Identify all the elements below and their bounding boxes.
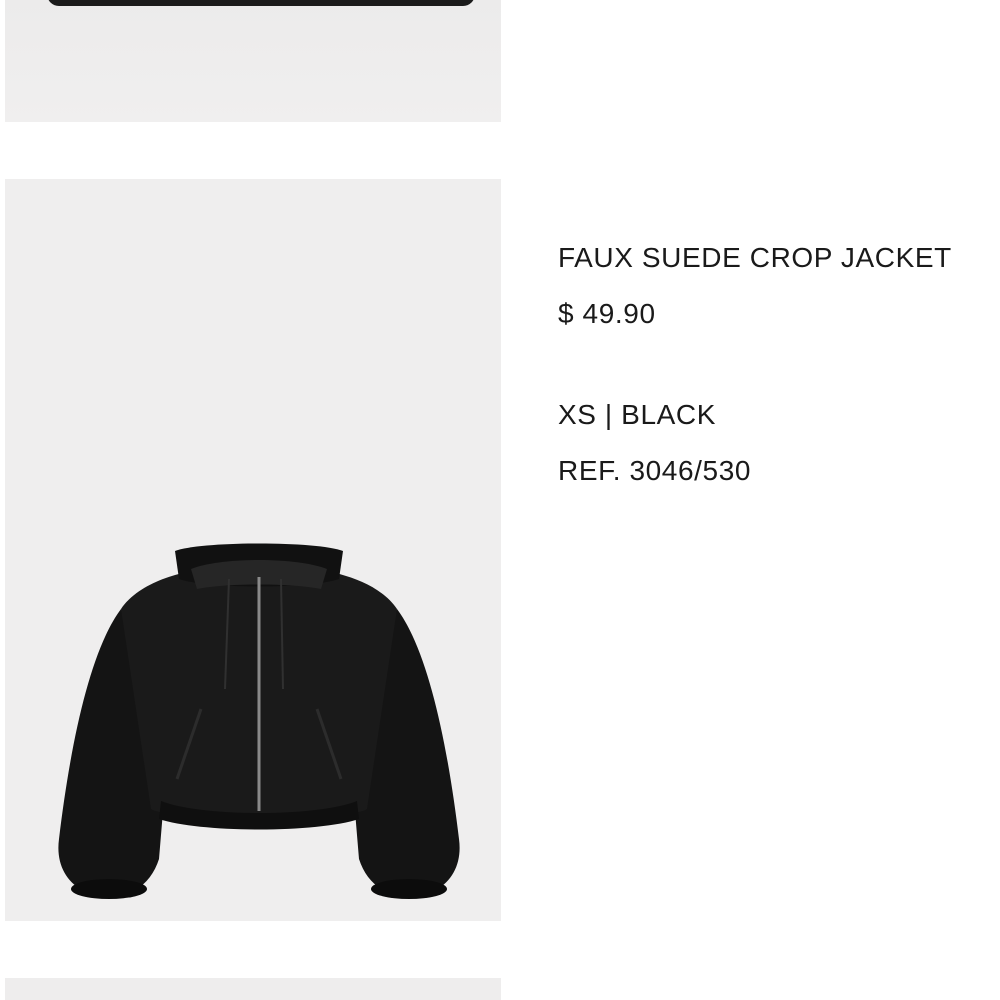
shoe-sole-shape (47, 0, 475, 6)
next-item-image[interactable] (5, 978, 501, 1000)
product-image[interactable] (5, 179, 501, 921)
product-name[interactable]: FAUX SUEDE CROP JACKET (558, 244, 952, 272)
previous-item-image[interactable] (5, 0, 501, 122)
product-price: $ 49.90 (558, 298, 656, 329)
jacket-image (58, 543, 460, 899)
product-reference: REF. 3046/530 (558, 455, 752, 486)
product-variant: XS | BLACK (558, 399, 717, 430)
cart-item-list: FAUX SUEDE CROP JACKET $ 49.90 XS | BLAC… (0, 0, 1000, 1000)
